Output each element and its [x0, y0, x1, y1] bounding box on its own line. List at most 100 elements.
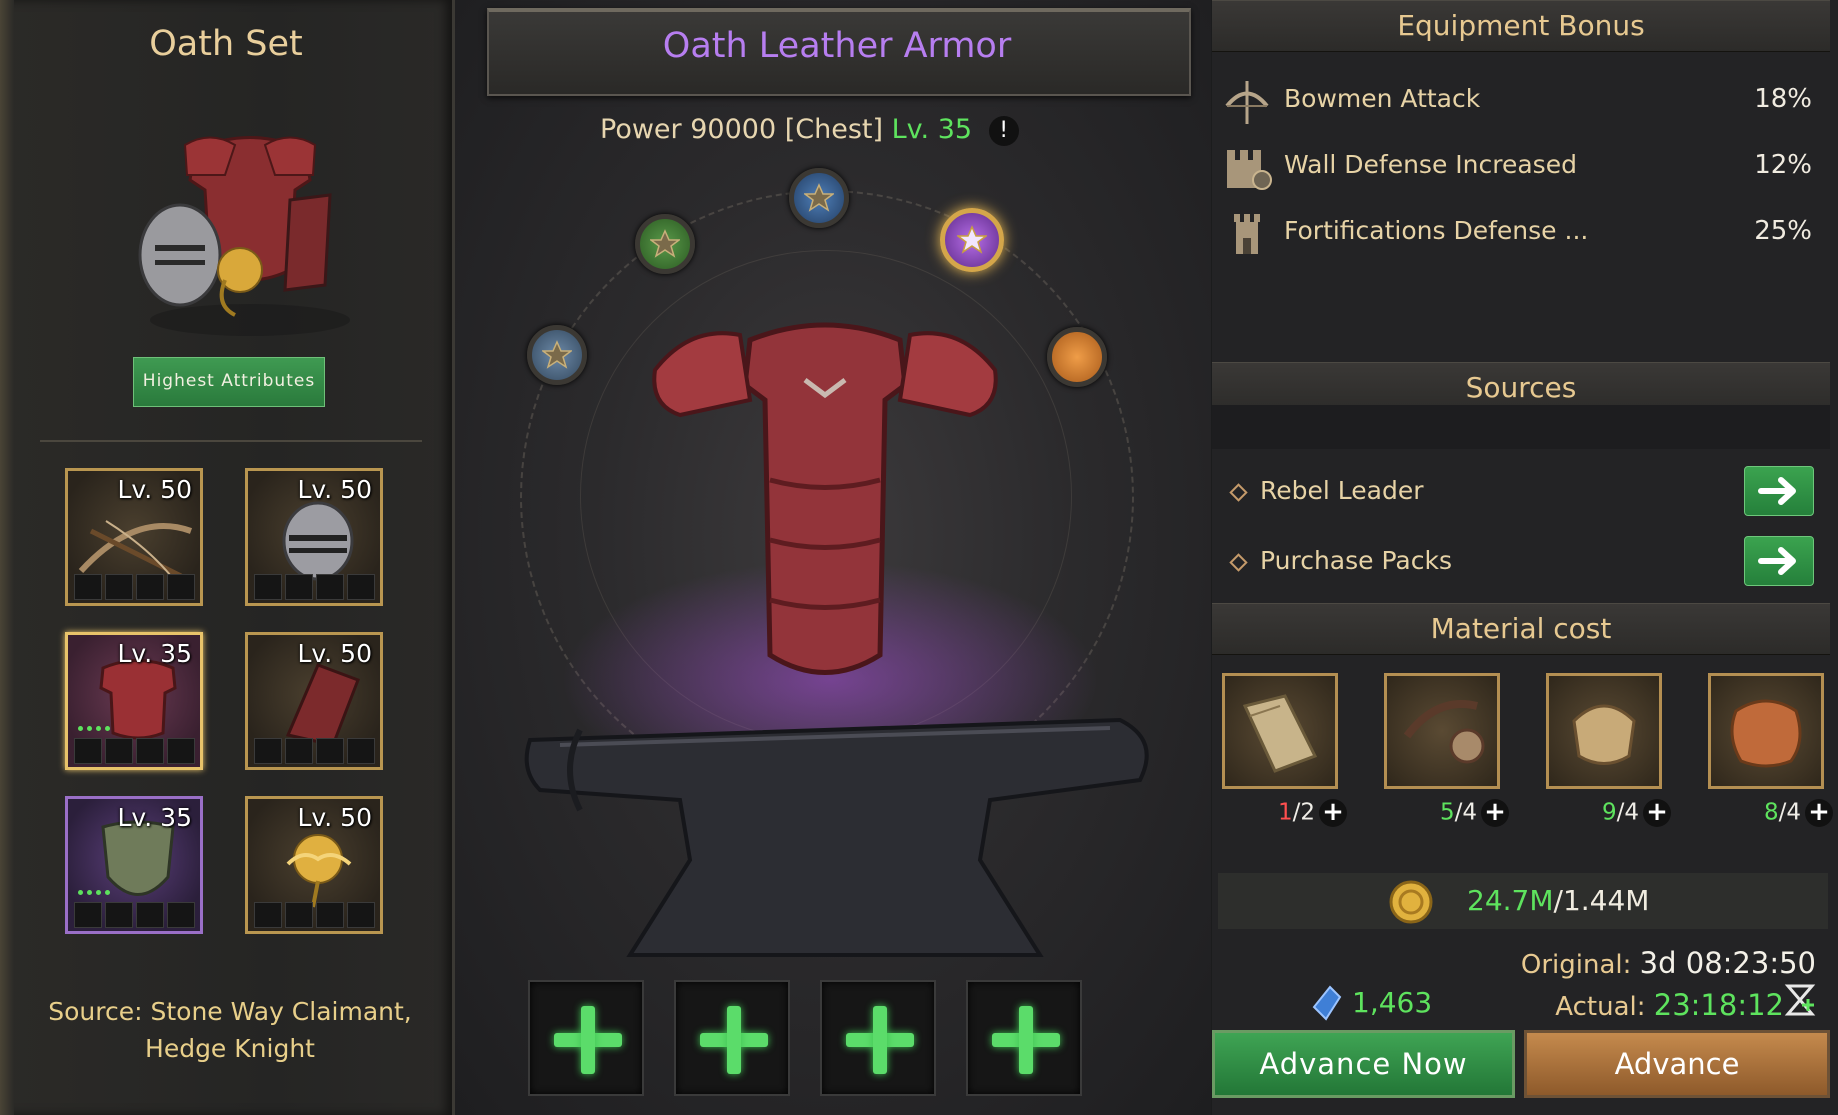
gold-cost: 24.7M/1.44M: [1467, 884, 1649, 917]
gold-need: /1.44M: [1553, 884, 1650, 917]
set-title: Oath Set: [149, 24, 303, 64]
gem-slots: [74, 738, 195, 764]
add-material-slot[interactable]: [528, 980, 644, 1096]
material-count: 8/4 +: [1764, 799, 1834, 827]
material-have: 5: [1440, 799, 1455, 826]
rose-trinket-icon: [286, 834, 352, 908]
piece-level: Lv. 35: [117, 803, 193, 832]
material-count: 5/4 +: [1440, 799, 1510, 827]
gem-slot-orange[interactable]: [1047, 327, 1107, 387]
material-need: /2: [1292, 799, 1316, 826]
add-material-button[interactable]: +: [1481, 799, 1510, 827]
gem-slots: [74, 574, 195, 600]
material-slot[interactable]: [1708, 673, 1824, 789]
add-material-button[interactable]: +: [1319, 799, 1348, 827]
power-label: Power: [600, 114, 682, 145]
piece-level: Lv. 35: [117, 639, 193, 668]
material-need: /4: [1454, 799, 1478, 826]
info-button[interactable]: !: [988, 115, 1019, 146]
crystal-icon: [1312, 985, 1342, 1021]
leather-strap-icon: [1403, 700, 1485, 764]
equipment-bonus-header: Equipment Bonus: [1212, 0, 1830, 52]
anvil-image: [520, 700, 1160, 970]
bonus-label: Fortifications Defense ...: [1284, 216, 1589, 245]
wall-icon: [1227, 150, 1272, 190]
item-power-line: Power 90000 [Chest] Lv. 35 !: [600, 114, 1019, 146]
go-to-source-button[interactable]: [1744, 466, 1814, 516]
panel-edge: [0, 0, 14, 1115]
set-piece-bracer[interactable]: Lv. 50: [245, 632, 383, 770]
bonus-value: 25%: [1754, 216, 1812, 246]
star-dots: [78, 890, 110, 895]
add-material-slot[interactable]: [966, 980, 1082, 1096]
set-piece-rose[interactable]: Lv. 50: [245, 796, 383, 934]
divider: [40, 440, 422, 442]
gem-slot-green[interactable]: [635, 214, 695, 274]
gold-coin-icon: [1389, 880, 1433, 924]
gem-slot-purple-active[interactable]: [940, 208, 1004, 272]
material-count: 1/2 +: [1278, 799, 1348, 827]
set-source-text: Source: Stone Way Claimant, Hedge Knight: [20, 993, 440, 1067]
star-icon: [542, 340, 572, 369]
source-label: Rebel Leader: [1260, 476, 1424, 505]
power-value: 90000: [690, 114, 777, 145]
advance-button[interactable]: Advance: [1524, 1030, 1830, 1098]
source-row: Purchase Packs: [1222, 532, 1822, 592]
source-line: Hedge Knight: [145, 1034, 315, 1063]
set-piece-shield[interactable]: Lv. 35: [65, 796, 203, 934]
leather-pouch-icon: [1572, 704, 1636, 765]
material-slot[interactable]: [1222, 673, 1338, 789]
bonus-label: Bowmen Attack: [1284, 84, 1481, 113]
item-name: Oath Leather Armor: [662, 26, 1012, 66]
gem-slots: [254, 574, 375, 600]
bonus-value: 18%: [1754, 84, 1812, 114]
set-piece-chest-selected[interactable]: Lv. 35: [65, 632, 203, 770]
hourglass-icon: [1784, 984, 1816, 1016]
gem-slots: [74, 902, 195, 928]
actual-time: Actual: 23:18:12: [1555, 988, 1784, 1022]
bonus-label: Wall Defense Increased: [1284, 150, 1577, 179]
diamond-bullet-icon: [1229, 553, 1248, 572]
bonus-value: 12%: [1754, 150, 1812, 180]
add-material-slot[interactable]: [820, 980, 936, 1096]
material-cost-header: Material cost: [1212, 603, 1830, 655]
arrow-right-icon: [1758, 477, 1796, 505]
gem-slots: [254, 902, 375, 928]
add-material-button[interactable]: +: [1805, 799, 1834, 827]
gem-slot-blue-left[interactable]: [527, 325, 587, 385]
material-slot[interactable]: [1384, 673, 1500, 789]
item-slot: [Chest]: [784, 114, 884, 145]
material-have: 9: [1602, 799, 1617, 826]
original-value: 3d 08:23:50: [1639, 946, 1816, 980]
advance-now-button[interactable]: Advance Now: [1212, 1030, 1515, 1098]
source-label: Purchase Packs: [1260, 546, 1452, 575]
go-to-source-button[interactable]: [1744, 536, 1814, 586]
highest-attributes-button[interactable]: Highest Attributes: [133, 357, 325, 407]
set-piece-helmet[interactable]: Lv. 50: [245, 468, 383, 606]
arrow-right-icon: [1758, 547, 1796, 575]
piece-level: Lv. 50: [297, 803, 373, 832]
star-icon: [957, 225, 987, 254]
bracer-icon: [285, 663, 360, 745]
gem-slot-blue-top[interactable]: [789, 168, 849, 228]
original-label: Original:: [1520, 950, 1632, 980]
crystal-count: 1,463: [1352, 986, 1433, 1019]
material-count: 9/4 +: [1602, 799, 1672, 827]
material-slot[interactable]: [1546, 673, 1662, 789]
piece-level: Lv. 50: [297, 475, 373, 504]
source-line: Source: Stone Way Claimant,: [48, 997, 412, 1026]
material-need: /4: [1778, 799, 1802, 826]
set-piece-crossbow[interactable]: Lv. 50: [65, 468, 203, 606]
diamond-bullet-icon: [1229, 483, 1248, 502]
add-material-slot[interactable]: [674, 980, 790, 1096]
star-icon: [650, 229, 680, 258]
bonus-row: Wall Defense Increased 12%: [1222, 136, 1822, 196]
sources-band: [1212, 405, 1830, 449]
chest-armor-image: [630, 310, 1020, 710]
crossbow-icon: [78, 520, 193, 579]
original-time: Original: 3d 08:23:50: [1521, 946, 1816, 980]
add-material-button[interactable]: +: [1643, 799, 1672, 827]
material-have: 8: [1764, 799, 1779, 826]
material-need: /4: [1616, 799, 1640, 826]
leather-scroll-icon: [1242, 694, 1318, 773]
